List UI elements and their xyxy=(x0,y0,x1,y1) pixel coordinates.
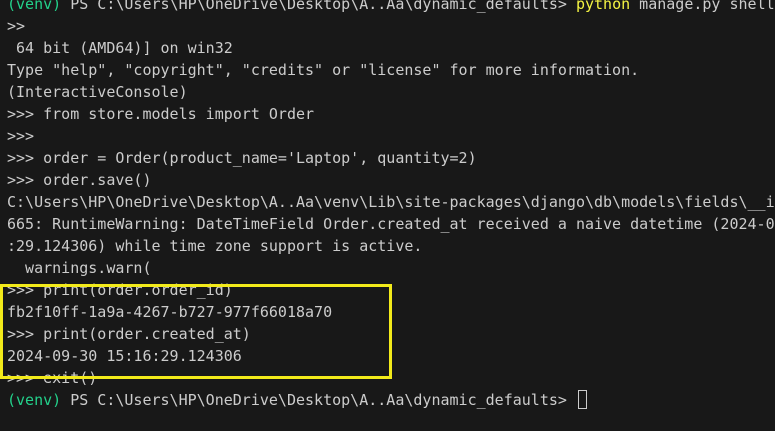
output-line: >>> print(order.order_id) xyxy=(7,281,233,299)
output-line: warnings.warn( xyxy=(7,259,152,277)
output-line: >>> xyxy=(7,127,35,145)
top-prompt-line: (venv) PS C:\Users\HP\OneDrive\Desktop\A… xyxy=(7,0,775,15)
venv-label: (venv) xyxy=(7,0,62,13)
terminal-window[interactable]: (venv) PS C:\Users\HP\OneDrive\Desktop\A… xyxy=(0,0,775,431)
command-args: manage.py shell xyxy=(630,0,775,13)
prompt-path: PS C:\Users\HP\OneDrive\Desktop\A..Aa\dy… xyxy=(61,391,576,409)
terminal-output: (venv) PS C:\Users\HP\OneDrive\Desktop\A… xyxy=(7,0,775,411)
current-prompt-line[interactable]: (venv) PS C:\Users\HP\OneDrive\Desktop\A… xyxy=(7,389,775,411)
output-line: >>> order.save() xyxy=(7,171,152,189)
text-cursor[interactable] xyxy=(577,390,587,409)
output-line: Type "help", "copyright", "credits" or "… xyxy=(7,61,640,79)
output-line: 665: RuntimeWarning: DateTimeField Order… xyxy=(7,215,775,233)
output-line: >>> order = Order(product_name='Laptop',… xyxy=(7,149,477,167)
output-line: >>> exit() xyxy=(7,369,98,387)
prompt-path: PS C:\Users\HP\OneDrive\Desktop\A..Aa\dy… xyxy=(61,0,576,13)
output-line: C:\Users\HP\OneDrive\Desktop\A..Aa\venv\… xyxy=(7,193,775,211)
output-line: (InteractiveConsole) xyxy=(7,83,188,101)
venv-label: (venv) xyxy=(7,391,62,409)
output-line: 2024-09-30 15:16:29.124306 xyxy=(7,347,242,365)
output-line: :29.124306) while time zone support is a… xyxy=(7,237,423,255)
output-line: >>> print(order.created_at) xyxy=(7,325,251,343)
output-line: >> xyxy=(7,17,26,35)
command-name: python xyxy=(575,0,631,13)
output-line: 64 bit (AMD64)] on win32 xyxy=(7,39,233,57)
output-line: fb2f10ff-1a9a-4267-b727-977f66018a70 xyxy=(7,303,333,321)
output-line: >>> from store.models import Order xyxy=(7,105,315,123)
